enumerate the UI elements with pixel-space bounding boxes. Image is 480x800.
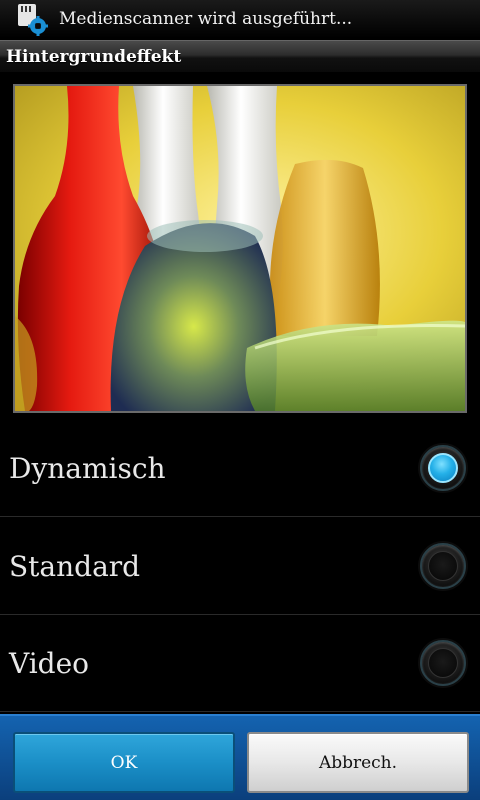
option-label: Standard [9, 549, 141, 583]
preview-image [13, 84, 467, 413]
radio-button-video[interactable] [420, 640, 466, 686]
radio-button-standard[interactable] [420, 543, 466, 589]
glass-vases-image [15, 86, 465, 411]
option-dynamisch[interactable]: Dynamisch [0, 420, 480, 517]
option-standard[interactable]: Standard [0, 518, 480, 615]
radio-button-dynamisch[interactable] [420, 445, 466, 491]
radio-dot [428, 551, 458, 581]
option-video[interactable]: Video [0, 615, 480, 712]
radio-dot [428, 648, 458, 678]
status-bar[interactable]: Medienscanner wird ausgeführt... [0, 0, 480, 38]
dialog-title: Hintergrundeffekt [6, 46, 182, 67]
option-label: Video [9, 646, 90, 680]
button-bar: OK Abbrech. [0, 714, 480, 800]
ok-button[interactable]: OK [13, 732, 235, 793]
media-scanner-icon [14, 2, 48, 36]
status-notification-text: Medienscanner wird ausgeführt... [59, 9, 353, 29]
cancel-button[interactable]: Abbrech. [247, 732, 469, 793]
dialog-title-bar: Hintergrundeffekt [0, 40, 480, 73]
radio-dot [428, 453, 458, 483]
option-label: Dynamisch [9, 451, 166, 485]
